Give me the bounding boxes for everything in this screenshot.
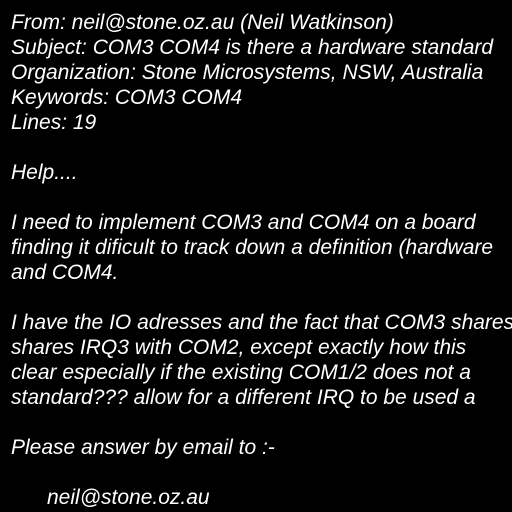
body-paragraph-2-line: clear especially if the existing COM1/2 … bbox=[11, 361, 471, 384]
header-organization: Organization: Stone Microsystems, NSW, A… bbox=[11, 61, 484, 84]
reply-email[interactable]: neil@stone.oz.au bbox=[47, 485, 210, 510]
header-subject: Subject: COM3 COM4 is there a hardware s… bbox=[11, 36, 494, 59]
body-greeting: Help.... bbox=[11, 161, 78, 184]
reply-prompt: Please answer by email to :- bbox=[11, 436, 275, 459]
header-lines: Lines: 19 bbox=[11, 111, 97, 134]
body-paragraph-2-line: shares IRQ3 with COM2, except exactly ho… bbox=[11, 336, 467, 359]
message-view: From: neil@stone.oz.au (Neil Watkinson) … bbox=[0, 0, 512, 512]
body-paragraph-2-line: standard??? allow for a different IRQ to… bbox=[11, 386, 476, 409]
header-keywords: Keywords: COM3 COM4 bbox=[11, 86, 243, 109]
body-paragraph-2-line: I have the IO adresses and the fact that… bbox=[11, 311, 512, 334]
body-paragraph-1-line: finding it dificult to track down a defi… bbox=[11, 236, 494, 259]
header-from: From: neil@stone.oz.au (Neil Watkinson) bbox=[11, 11, 394, 34]
body-paragraph-1-line: and COM4. bbox=[11, 261, 119, 284]
body-paragraph-1-line: I need to implement COM3 and COM4 on a b… bbox=[11, 211, 476, 234]
